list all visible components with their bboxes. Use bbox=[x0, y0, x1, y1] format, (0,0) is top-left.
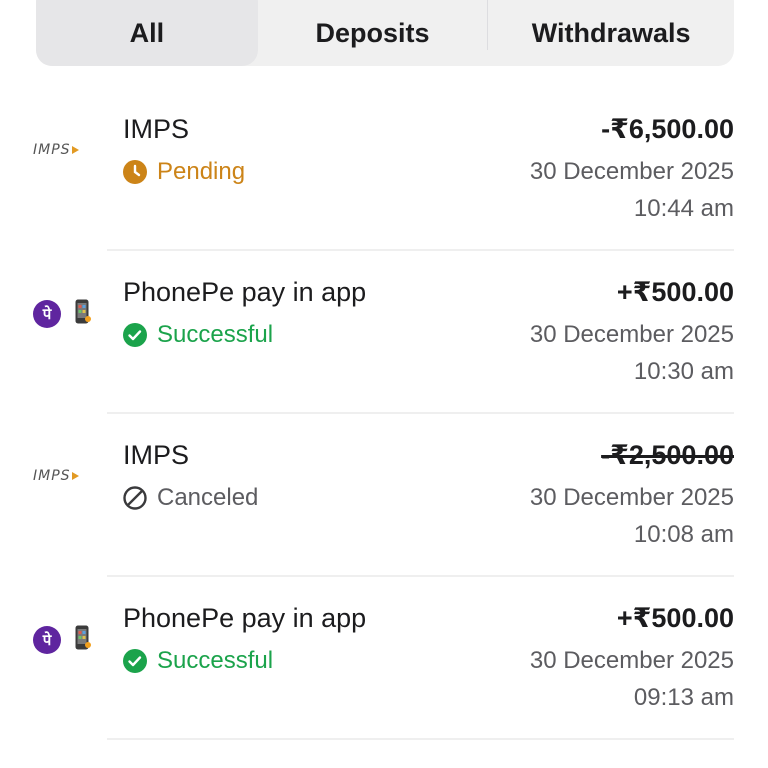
tab-all[interactable]: All bbox=[36, 0, 258, 66]
transaction-time: 09:13 am bbox=[633, 684, 734, 711]
row-divider bbox=[107, 738, 734, 740]
transaction-method: IMPS bbox=[123, 440, 190, 470]
transaction-time: 10:08 am bbox=[633, 521, 734, 548]
phonepe-logo: पे bbox=[33, 626, 61, 654]
transaction-time: 10:30 am bbox=[633, 358, 734, 385]
transaction-amount: -₹6,500.00 bbox=[601, 114, 734, 144]
transaction-row[interactable]: IMPS IMPS Canceled -₹2,500.00 30 Decembe… bbox=[0, 414, 768, 577]
tab-deposits[interactable]: Deposits bbox=[258, 0, 488, 66]
transaction-row[interactable]: पे PhonePe pay in app Successful +₹500.0… bbox=[0, 251, 768, 414]
transaction-time: 10:44 am bbox=[633, 195, 734, 222]
imps-logo-text: IMPS bbox=[33, 468, 71, 484]
phone-app-icon bbox=[75, 299, 91, 324]
transaction-date: 30 December 2025 bbox=[529, 321, 734, 348]
filter-tabs: All Deposits Withdrawals bbox=[36, 0, 734, 66]
phonepe-logo: पे bbox=[33, 300, 61, 328]
status-label: Successful bbox=[157, 647, 274, 674]
transaction-amount: +₹500.00 bbox=[616, 277, 734, 307]
tab-all-label: All bbox=[129, 17, 165, 48]
transaction-date: 30 December 2025 bbox=[529, 647, 734, 674]
status-label: Successful bbox=[157, 321, 274, 348]
imps-logo-text: IMPS bbox=[33, 142, 71, 158]
transaction-method: IMPS bbox=[123, 114, 190, 144]
status-label: Canceled bbox=[157, 484, 259, 511]
transaction-list: IMPS IMPS Pending -₹6,500.00 30 December… bbox=[0, 88, 768, 740]
transaction-amount: -₹2,500.00 bbox=[601, 440, 734, 470]
check-circle-icon bbox=[123, 323, 147, 347]
status-pending: Pending bbox=[123, 158, 245, 186]
imps-logo: IMPS bbox=[33, 140, 101, 160]
transaction-row[interactable]: IMPS IMPS Pending -₹6,500.00 30 December… bbox=[0, 88, 768, 251]
phone-app-icon bbox=[75, 625, 91, 650]
clock-icon bbox=[123, 160, 147, 184]
tab-withdrawals[interactable]: Withdrawals bbox=[488, 0, 734, 66]
transaction-method: PhonePe pay in app bbox=[123, 603, 367, 633]
status-canceled: Canceled bbox=[123, 484, 258, 512]
status-successful: Successful bbox=[123, 321, 273, 349]
transaction-date: 30 December 2025 bbox=[529, 484, 734, 511]
transaction-method: PhonePe pay in app bbox=[123, 277, 367, 307]
phonepe-logo-text: पे bbox=[42, 632, 52, 649]
check-circle-icon bbox=[123, 649, 147, 673]
tab-withdrawals-label: Withdrawals bbox=[531, 17, 691, 48]
cancel-icon bbox=[123, 486, 147, 510]
imps-logo: IMPS bbox=[33, 466, 101, 486]
transaction-date: 30 December 2025 bbox=[529, 158, 734, 185]
tab-deposits-label: Deposits bbox=[315, 17, 430, 48]
status-successful: Successful bbox=[123, 647, 273, 675]
phonepe-logo-text: पे bbox=[42, 306, 52, 323]
status-label: Pending bbox=[157, 158, 246, 185]
transaction-amount: +₹500.00 bbox=[616, 603, 734, 633]
transaction-row[interactable]: पे PhonePe pay in app Successful +₹500.0… bbox=[0, 577, 768, 740]
